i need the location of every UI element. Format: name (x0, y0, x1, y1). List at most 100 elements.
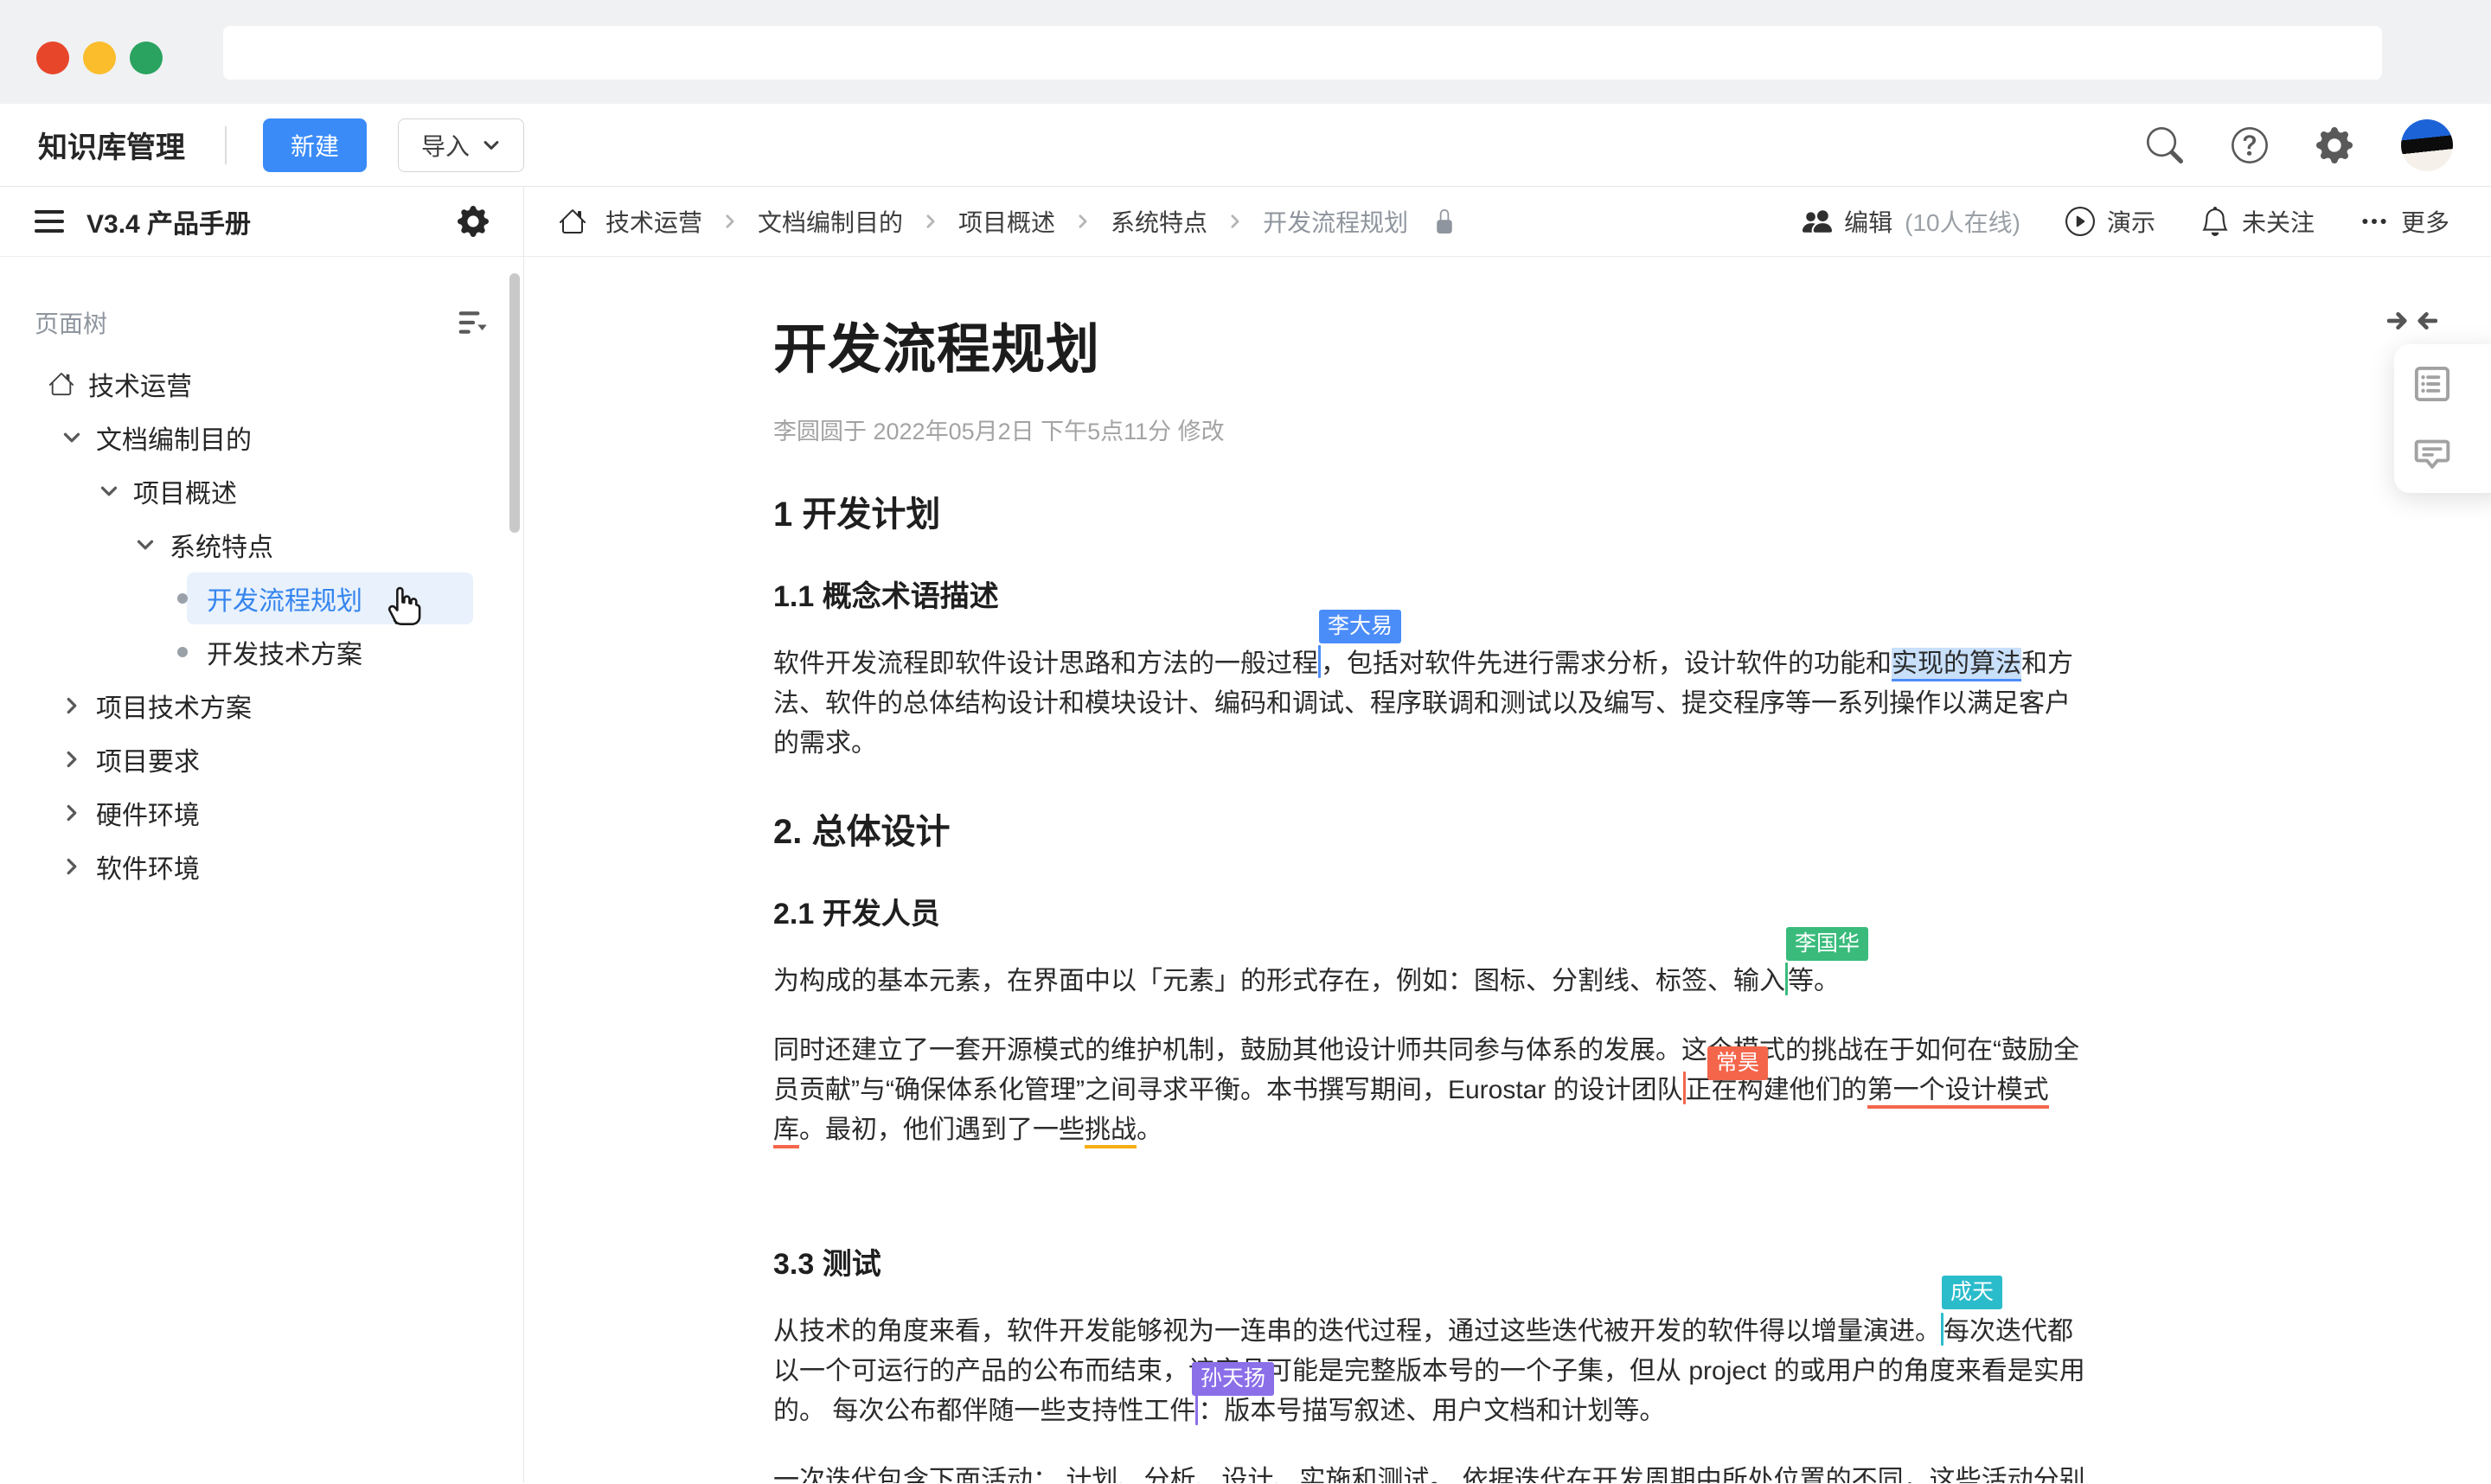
tree-item-9[interactable]: 硬件环境 (0, 786, 523, 840)
chevron-right-icon[interactable] (61, 749, 82, 770)
tree-item-10[interactable]: 软件环境 (0, 840, 523, 893)
outline-icon[interactable] (2413, 365, 2451, 403)
tree-item-label: 系统特点 (170, 526, 273, 564)
sort-icon[interactable] (458, 309, 489, 336)
document-scroll-area[interactable]: 开发流程规划 李圆圆于 2022年05月2日 下午5点11分 修改 1 开发计划… (524, 257, 2491, 1483)
online-count: (10人在线) (1905, 204, 2020, 239)
breadcrumb-item-1[interactable]: 技术运营 (605, 204, 702, 239)
minimize-window-button[interactable] (83, 42, 116, 74)
tree-item-label: 文档编制目的 (96, 419, 252, 457)
chevron-right-icon[interactable] (61, 803, 82, 823)
tree-item-label: 软件环境 (96, 848, 200, 886)
people-icon (1803, 207, 1832, 236)
present-button[interactable]: 演示 (2065, 204, 2155, 239)
more-button[interactable]: 更多 (2360, 204, 2449, 239)
address-bar[interactable] (223, 26, 2382, 80)
bullet-icon[interactable] (177, 647, 188, 657)
chevron-right-icon (922, 213, 939, 230)
doc-text: 为构成的基本元素，在界面中以「元素」的形式存在，例如：图标、分割线、标签、输入 (773, 967, 1785, 995)
doc-heading: 3.3 测试 (773, 1240, 2088, 1283)
more-label: 更多 (2401, 204, 2449, 239)
underlined-text: 挑战 (1085, 1116, 1137, 1148)
doc-text: ，包括对软件先进行需求分析，设计软件的功能和 (1321, 649, 1892, 678)
underlined-text: 在开发周期中所处位置的不同 (1566, 1466, 1904, 1483)
doc-text: 等。 (1788, 967, 1840, 995)
present-label: 演示 (2107, 204, 2155, 239)
chevron-down-icon[interactable] (99, 481, 119, 502)
page-tree-label: 页面树 (35, 305, 107, 340)
zoom-window-button[interactable] (130, 42, 163, 74)
doc-heading: 1 开发计划 (773, 486, 2088, 536)
chevron-right-icon (1226, 213, 1244, 230)
collab-user-tag: 常昊 (1707, 1046, 1768, 1080)
tree-item-label: 项目要求 (96, 740, 200, 778)
avatar-image (2401, 119, 2453, 171)
tree-item-8[interactable]: 项目要求 (0, 732, 523, 786)
comments-icon[interactable] (2413, 434, 2451, 472)
doc-paragraph: 从技术的角度来看，软件开发能够视为一连串的迭代过程，通过这些迭代被开发的软件得以… (773, 1312, 2088, 1431)
breadcrumb: 技术运营文档编制目的项目概述系统特点开发流程规划 (559, 204, 1457, 239)
doc-text: 从技术的角度来看，软件开发能够视为一连串的迭代过程，通过这些迭代被开发的软件得以… (773, 1317, 1941, 1346)
tree-item-7[interactable]: 项目技术方案 (0, 679, 523, 732)
doc-text: 。 (1137, 1116, 1162, 1144)
doc-text: 同时还建立了一套开源模式的维护机制，鼓励其他设计师共同参与体系的发展。这 (773, 1036, 1707, 1065)
breadcrumb-bar: 技术运营文档编制目的项目概述系统特点开发流程规划 编辑 (10人在线) 演示 未… (524, 187, 2491, 257)
doc-heading: 2.1 开发人员 (773, 890, 2088, 932)
tree-item-label: 技术运营 (88, 365, 192, 403)
follow-button[interactable]: 未关注 (2200, 204, 2315, 239)
edit-label: 编辑 (1844, 204, 1892, 239)
document: 开发流程规划 李圆圆于 2022年05月2日 下午5点11分 修改 1 开发计划… (773, 257, 2088, 1483)
chevron-right-icon (1074, 213, 1092, 230)
tree-item-6[interactable]: 开发技术方案 (0, 625, 523, 679)
collab-user-tag: 孙天扬 (1192, 1362, 1274, 1396)
cursor-hand-icon (382, 583, 427, 628)
doc-body[interactable]: 1 开发计划1.1 概念术语描述软件开发流程即软件设计思路和方法的一般过程李大易… (773, 486, 2088, 1483)
play-icon (2065, 207, 2095, 236)
close-window-button[interactable] (36, 42, 69, 74)
bullet-icon[interactable] (177, 593, 188, 604)
lock-icon (1432, 209, 1457, 233)
doc-side-panel (2394, 344, 2491, 493)
breadcrumb-item-4[interactable]: 系统特点 (1111, 204, 1207, 239)
page-tree: 技术运营文档编制目的项目概述系统特点开发流程规划开发技术方案项目技术方案项目要求… (0, 357, 523, 893)
page-title: 开发流程规划 (773, 305, 2088, 383)
doc-text: 一次迭代包含下面活动： 计划、分析、设计、实施和测试。 依据迭代 (773, 1466, 1566, 1483)
tree-item-5[interactable]: 开发流程规划 (0, 572, 523, 625)
doc-byline: 李圆圆于 2022年05月2日 下午5点11分 修改 (773, 413, 2088, 446)
collapse-panel-icon[interactable] (2387, 308, 2437, 334)
doc-heading: 1.1 概念术语描述 (773, 572, 2088, 615)
sidebar-scrollbar[interactable] (509, 273, 520, 533)
doc-paragraph: 一次迭代包含下面活动： 计划、分析、设计、实施和测试。 依据迭代在开发周期中所处… (773, 1461, 2088, 1483)
collab-user-tag: 成天 (1942, 1276, 2002, 1309)
breadcrumb-item-3[interactable]: 项目概述 (958, 204, 1055, 239)
tree-item-label: 硬件环境 (96, 794, 200, 832)
tree-item-2[interactable]: 文档编制目的 (0, 411, 523, 464)
tree-item-label: 开发流程规划 (207, 579, 362, 617)
doc-toolbar: 编辑 (10人在线) 演示 未关注 更多 (1803, 204, 2449, 239)
browser-titlebar (0, 0, 2491, 104)
doc-paragraph: 为构成的基本元素，在界面中以「元素」的形式存在，例如：图标、分割线、标签、输入李… (773, 962, 2088, 1001)
hamburger-menu-icon[interactable] (35, 210, 64, 233)
tree-item-4[interactable]: 系统特点 (0, 518, 523, 572)
doc-text: 。最初，他们遇到了一些 (799, 1116, 1085, 1144)
sidebar: V3.4 产品手册 页面树 技术运营文档编制目的项目概述系统特点开发流程规划开发… (0, 187, 524, 1483)
book-settings-gear-icon[interactable] (458, 206, 489, 237)
home-icon (48, 371, 74, 397)
breadcrumb-item-2[interactable]: 文档编制目的 (758, 204, 903, 239)
home-icon[interactable] (559, 208, 586, 235)
chevron-right-icon[interactable] (61, 695, 82, 716)
follow-label: 未关注 (2242, 204, 2315, 239)
bell-icon (2200, 207, 2230, 236)
user-avatar[interactable] (2401, 119, 2453, 171)
tree-item-1[interactable]: 技术运营 (0, 357, 523, 411)
doc-text: 软件开发流程即软件设计思路和方法的一般过程 (773, 649, 1318, 678)
tree-item-label: 项目概述 (133, 472, 237, 510)
chevron-right-icon[interactable] (61, 856, 82, 877)
chevron-down-icon[interactable] (135, 534, 156, 555)
tree-item-3[interactable]: 项目概述 (0, 464, 523, 518)
tree-item-label: 开发技术方案 (207, 633, 362, 671)
edit-online-button[interactable]: 编辑 (10人在线) (1803, 204, 2020, 239)
chevron-down-icon[interactable] (61, 427, 82, 448)
sidebar-header: V3.4 产品手册 (0, 187, 523, 257)
more-dots-icon (2360, 207, 2389, 236)
